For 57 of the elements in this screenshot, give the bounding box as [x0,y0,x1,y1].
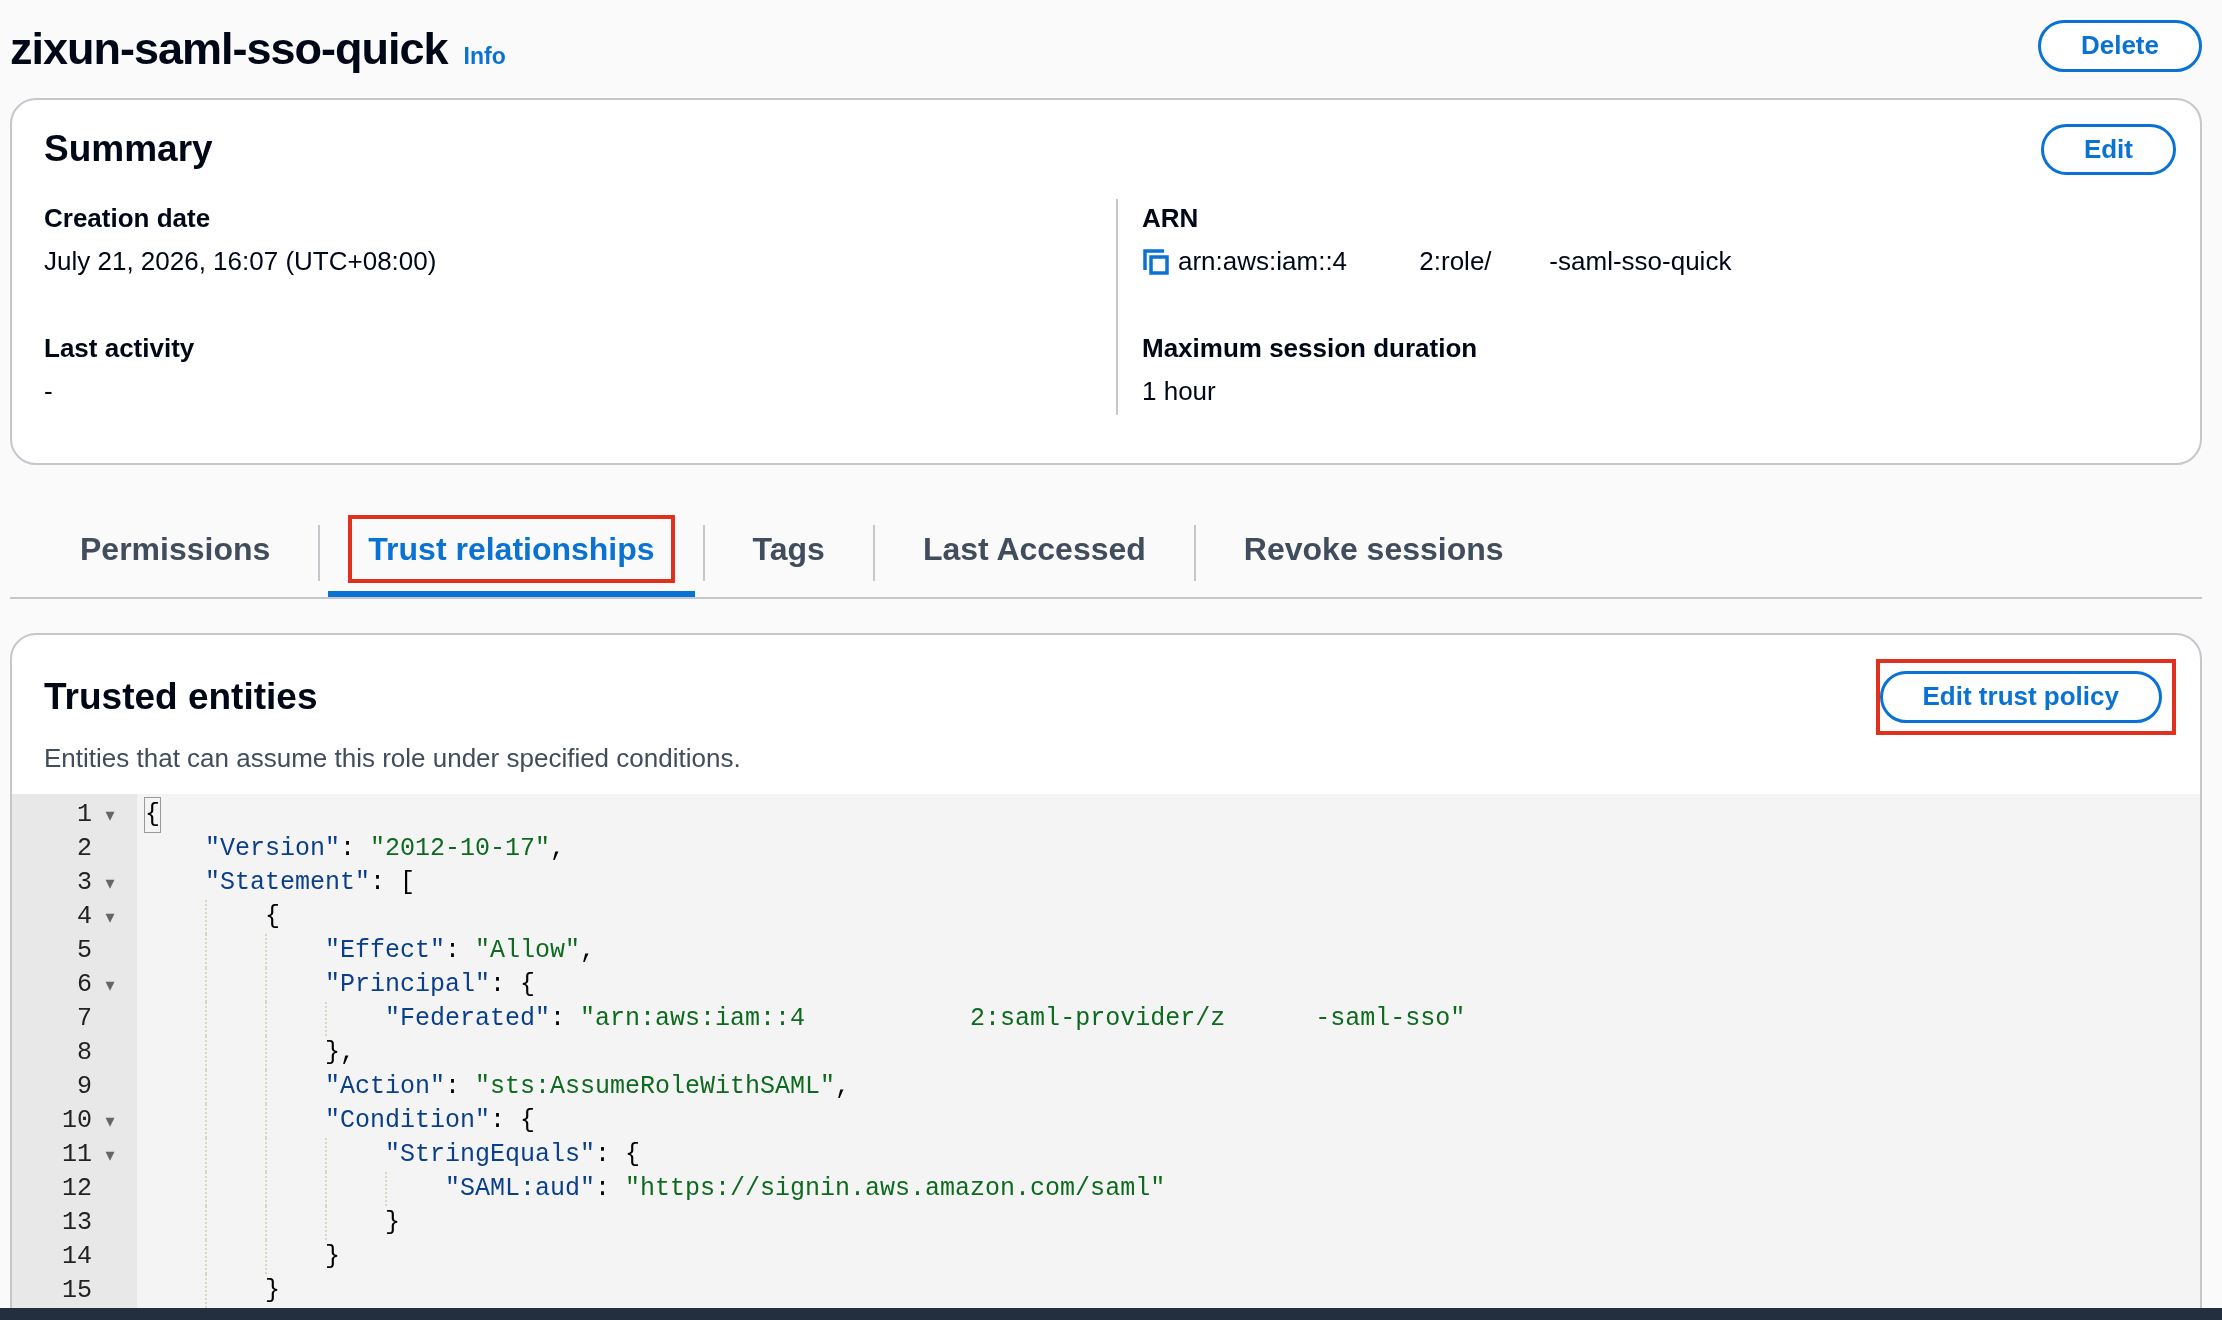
info-link[interactable]: Info [463,39,506,74]
code-line: } [265,1275,280,1308]
edit-trust-policy-button[interactable]: Edit trust policy [1879,671,2162,724]
field-label: Maximum session duration [1142,332,1479,366]
code-line: }, [325,1037,355,1070]
tab[interactable]: Last Accessed [882,509,1186,598]
line-number: 1 [76,799,92,832]
code-line: "StringEquals": { [385,1139,641,1172]
edit-button[interactable]: Edit [2040,123,2176,176]
delete-button[interactable]: Delete [2037,19,2202,72]
code-line: } [325,1241,340,1274]
page-title: zixun-saml-sso-quick [10,22,448,71]
section-title: Summary [44,127,213,172]
section-description: Entities that can assume this role under specified conditions. [43,742,742,776]
code-line: "SAML:aud": "https://signin.aws.amazon.com/saml" [445,1173,1166,1206]
code-line: "Effect": "Allow", [325,935,596,968]
tab[interactable]: Revoke sessions [1203,509,1544,598]
line-number: 10 [61,1105,92,1138]
field-value: arn:aws:iam::4 2:role/ -saml-sso-quick [1178,245,1732,279]
line-number: 14 [61,1241,92,1274]
tab[interactable]: Tags [712,509,865,598]
field-label: Last activity [44,332,196,366]
section-title: Trusted entities [43,675,318,719]
line-number: 13 [61,1207,92,1240]
code-line: "Action": "sts:AssumeRoleWithSAML", [325,1071,851,1104]
code-line: { [145,798,160,833]
line-number: 5 [76,935,92,968]
line-number: 7 [76,1003,92,1036]
fold-toggle[interactable]: ▾ [98,1138,122,1173]
line-number: 12 [61,1173,92,1206]
code-line: "Federated": "arn:aws:iam::4 2:saml-provider/z -saml-sso" [385,1003,1466,1036]
field-label: ARN [1142,202,1200,236]
line-number: 3 [76,867,92,900]
line-number: 9 [76,1071,92,1104]
copy-icon[interactable] [1142,247,1170,276]
code-line: "Condition": { [325,1105,536,1138]
field-value: July 21, 2026, 16:07 (UTC+08:00) [44,245,437,279]
field-value: 1 hour [1142,375,1216,409]
code-line: "Principal": { [325,969,536,1002]
code-line: "Statement": [ [205,867,416,900]
fold-toggle[interactable]: ▾ [98,900,122,935]
field-value: - [44,375,53,409]
line-number: 2 [76,833,92,866]
tab[interactable]: Permissions [40,509,311,598]
code-line: "Version": "2012-10-17", [205,833,566,866]
line-number: 4 [76,901,92,934]
code-line: { [265,901,280,934]
fold-toggle[interactable]: ▾ [98,968,122,1003]
field-label: Creation date [44,202,212,236]
fold-toggle[interactable]: ▾ [98,866,122,901]
line-number: 8 [76,1037,92,1070]
fold-toggle[interactable]: ▾ [98,1104,122,1139]
line-number: 11 [61,1139,92,1172]
fold-toggle[interactable]: ▾ [98,798,122,833]
line-number: 6 [76,969,92,1002]
line-number: 15 [61,1275,92,1308]
code-line: } [385,1207,400,1240]
